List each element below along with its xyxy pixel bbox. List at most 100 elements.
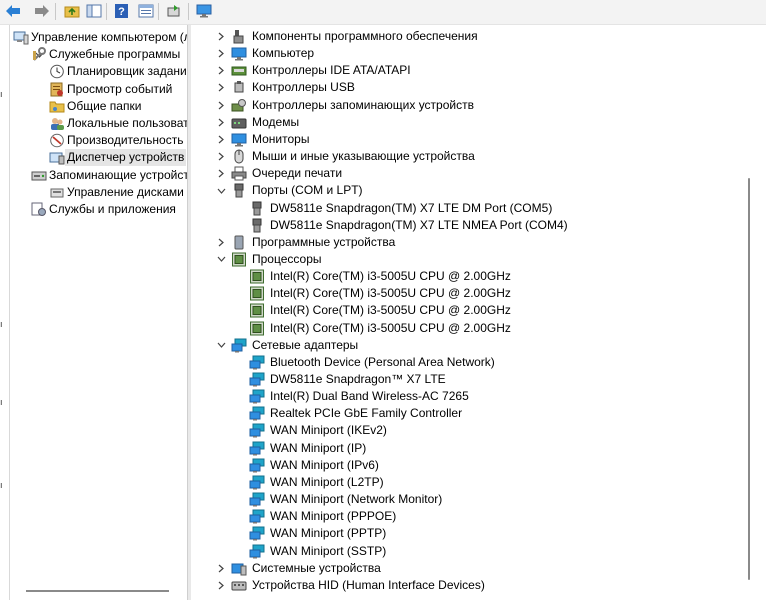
device-tree-item[interactable]: Intel(R) Core(TM) i3-5005U CPU @ 2.00GHz	[191, 320, 746, 337]
chevron-right-icon[interactable]	[215, 62, 227, 79]
console-tree-item[interactable]: Управление дисками	[10, 184, 187, 201]
device-tree-item[interactable]: Intel(R) Core(TM) i3-5005U CPU @ 2.00GHz	[191, 302, 746, 319]
console-tree-item[interactable]: Планировщик заданий	[10, 63, 187, 80]
device-tree-item[interactable]: DW5811e Snapdragon™ X7 LTE	[191, 371, 746, 388]
device-tree-item[interactable]: DW5811e Snapdragon(TM) X7 LTE NMEA Port …	[191, 217, 746, 234]
modem-icon	[231, 115, 247, 130]
device-tree-item[interactable]: WAN Miniport (L2TP)	[191, 474, 746, 491]
device-tree-item[interactable]: Компьютер	[191, 45, 746, 62]
console-tree-item[interactable]: Службы и приложения	[10, 201, 187, 218]
device-tree-item-label: Контроллеры USB	[252, 80, 355, 95]
console-tree-item[interactable]: Управление компьютером (л	[10, 29, 187, 46]
vertical-scrollbar-thumb[interactable]	[748, 178, 750, 580]
device-manager-icon	[49, 150, 65, 165]
device-tree-item-label: Модемы	[252, 114, 300, 129]
chevron-right-icon[interactable]	[215, 131, 227, 148]
help-button[interactable]: ?	[113, 2, 131, 20]
back-button[interactable]	[4, 2, 22, 20]
chevron-down-icon[interactable]	[215, 182, 227, 199]
device-tree-item[interactable]: Системные устройства	[191, 560, 746, 577]
console-tree-item[interactable]: Запоминающие устройст	[10, 167, 187, 184]
scan-hardware-button[interactable]	[195, 2, 213, 20]
show-hide-tree-button[interactable]	[85, 2, 103, 20]
device-tree-item[interactable]: Контроллеры IDE ATA/ATAPI	[191, 62, 746, 79]
device-tree-item[interactable]: Мыши и иные указывающие устройства	[191, 148, 746, 165]
device-tree-item[interactable]: Realtek PCIe GbE Family Controller	[191, 405, 746, 422]
chevron-down-icon[interactable]	[215, 251, 227, 268]
device-tree-pane[interactable]: Компоненты программного обеспечения Компь…	[191, 25, 766, 600]
device-tree-item[interactable]: Процессоры	[191, 251, 746, 268]
console-tree-icon	[86, 4, 102, 18]
device-tree-item[interactable]: Контроллеры запоминающих устройств	[191, 97, 746, 114]
console-tree-pane[interactable]: Управление компьютером (л Служебные прогр…	[10, 25, 187, 600]
processor-icon	[249, 286, 265, 301]
chevron-right-icon[interactable]	[215, 234, 227, 251]
device-tree-item[interactable]: Программные устройства	[191, 234, 746, 251]
network-adapter-icon	[249, 526, 265, 541]
device-tree-item-label: Порты (COM и LPT)	[252, 183, 363, 198]
console-tree-item[interactable]: Служебные программы	[10, 46, 187, 63]
device-tree-item[interactable]: Bluetooth Device (Personal Area Network)	[191, 354, 746, 371]
device-tree-item[interactable]: Сетевые адаптеры	[191, 337, 746, 354]
software-device-icon	[231, 235, 247, 250]
device-tree-item[interactable]: WAN Miniport (Network Monitor)	[191, 491, 746, 508]
device-tree-item-label: WAN Miniport (PPPOE)	[270, 509, 397, 524]
console-tree-item[interactable]: Просмотр событий	[10, 81, 187, 98]
storage-icon	[31, 168, 47, 183]
chevron-right-icon[interactable]	[215, 148, 227, 165]
device-tree-item-label: Мониторы	[252, 131, 310, 146]
chevron-right-icon[interactable]	[215, 28, 227, 45]
device-tree-item-label: Сетевые адаптеры	[252, 337, 359, 352]
forward-button[interactable]	[33, 2, 51, 20]
device-tree-item-label: WAN Miniport (SSTP)	[270, 543, 387, 558]
device-tree-item[interactable]: Мониторы	[191, 131, 746, 148]
console-tree-item[interactable]: Производительность	[10, 132, 187, 149]
up-folder-button[interactable]	[63, 2, 81, 20]
device-tree-item[interactable]: Порты (COM и LPT)	[191, 182, 746, 199]
device-tree-item[interactable]: WAN Miniport (PPPOE)	[191, 508, 746, 525]
update-driver-button[interactable]	[165, 2, 183, 20]
device-tree-item[interactable]: WAN Miniport (PPTP)	[191, 525, 746, 542]
console-tree-item-label: Производительность	[67, 133, 184, 148]
horizontal-scrollbar[interactable]	[10, 585, 187, 600]
chevron-right-icon[interactable]	[215, 114, 227, 131]
device-tree-item-label: Intel(R) Core(TM) i3-5005U CPU @ 2.00GHz	[270, 320, 511, 335]
device-tree-item[interactable]: Intel(R) Core(TM) i3-5005U CPU @ 2.00GHz	[191, 268, 746, 285]
chevron-right-icon[interactable]	[215, 165, 227, 182]
device-tree-item[interactable]: Устройства HID (Human Interface Devices)	[191, 577, 746, 594]
device-tree-item[interactable]: WAN Miniport (IPv6)	[191, 457, 746, 474]
horizontal-scrollbar-thumb[interactable]	[26, 590, 169, 592]
network-adapter-icon	[249, 372, 265, 387]
network-adapter-icon	[249, 389, 265, 404]
console-tree-item[interactable]: Локальные пользовате	[10, 115, 187, 132]
hid-icon	[231, 578, 247, 593]
properties-button[interactable]	[137, 2, 155, 20]
device-tree-item[interactable]: WAN Miniport (IKEv2)	[191, 422, 746, 439]
device-tree-item[interactable]: Модемы	[191, 114, 746, 131]
help-icon: ?	[114, 4, 130, 18]
network-adapter-icon	[249, 441, 265, 456]
device-tree-item[interactable]: Очереди печати	[191, 165, 746, 182]
device-tree-item[interactable]: Контроллеры USB	[191, 79, 746, 96]
device-tree-item-label: Процессоры	[252, 251, 322, 266]
device-tree-item[interactable]: Intel(R) Core(TM) i3-5005U CPU @ 2.00GHz	[191, 285, 746, 302]
chevron-right-icon[interactable]	[215, 560, 227, 577]
network-adapter-icon	[249, 544, 265, 559]
monitor-scan-icon	[196, 4, 212, 18]
device-tree-item[interactable]: WAN Miniport (IP)	[191, 440, 746, 457]
console-tree-item[interactable]: Диспетчер устройств	[10, 149, 187, 167]
console-tree-item[interactable]: Общие папки	[10, 98, 187, 115]
device-tree-item-label: WAN Miniport (L2TP)	[270, 474, 384, 489]
chevron-down-icon[interactable]	[215, 337, 227, 354]
device-tree-item[interactable]: DW5811e Snapdragon(TM) X7 LTE DM Port (C…	[191, 200, 746, 217]
chevron-right-icon[interactable]	[215, 79, 227, 96]
device-tree-item[interactable]: WAN Miniport (SSTP)	[191, 543, 746, 560]
chevron-right-icon[interactable]	[215, 97, 227, 114]
device-tree-item-label: Bluetooth Device (Personal Area Network)	[270, 354, 495, 369]
disk-management-icon	[49, 185, 65, 200]
device-tree-item[interactable]: Intel(R) Dual Band Wireless-AC 7265	[191, 388, 746, 405]
device-tree-item[interactable]: Компоненты программного обеспечения	[191, 28, 746, 45]
processor-icon	[231, 252, 247, 267]
chevron-right-icon[interactable]	[215, 577, 227, 594]
chevron-right-icon[interactable]	[215, 45, 227, 62]
